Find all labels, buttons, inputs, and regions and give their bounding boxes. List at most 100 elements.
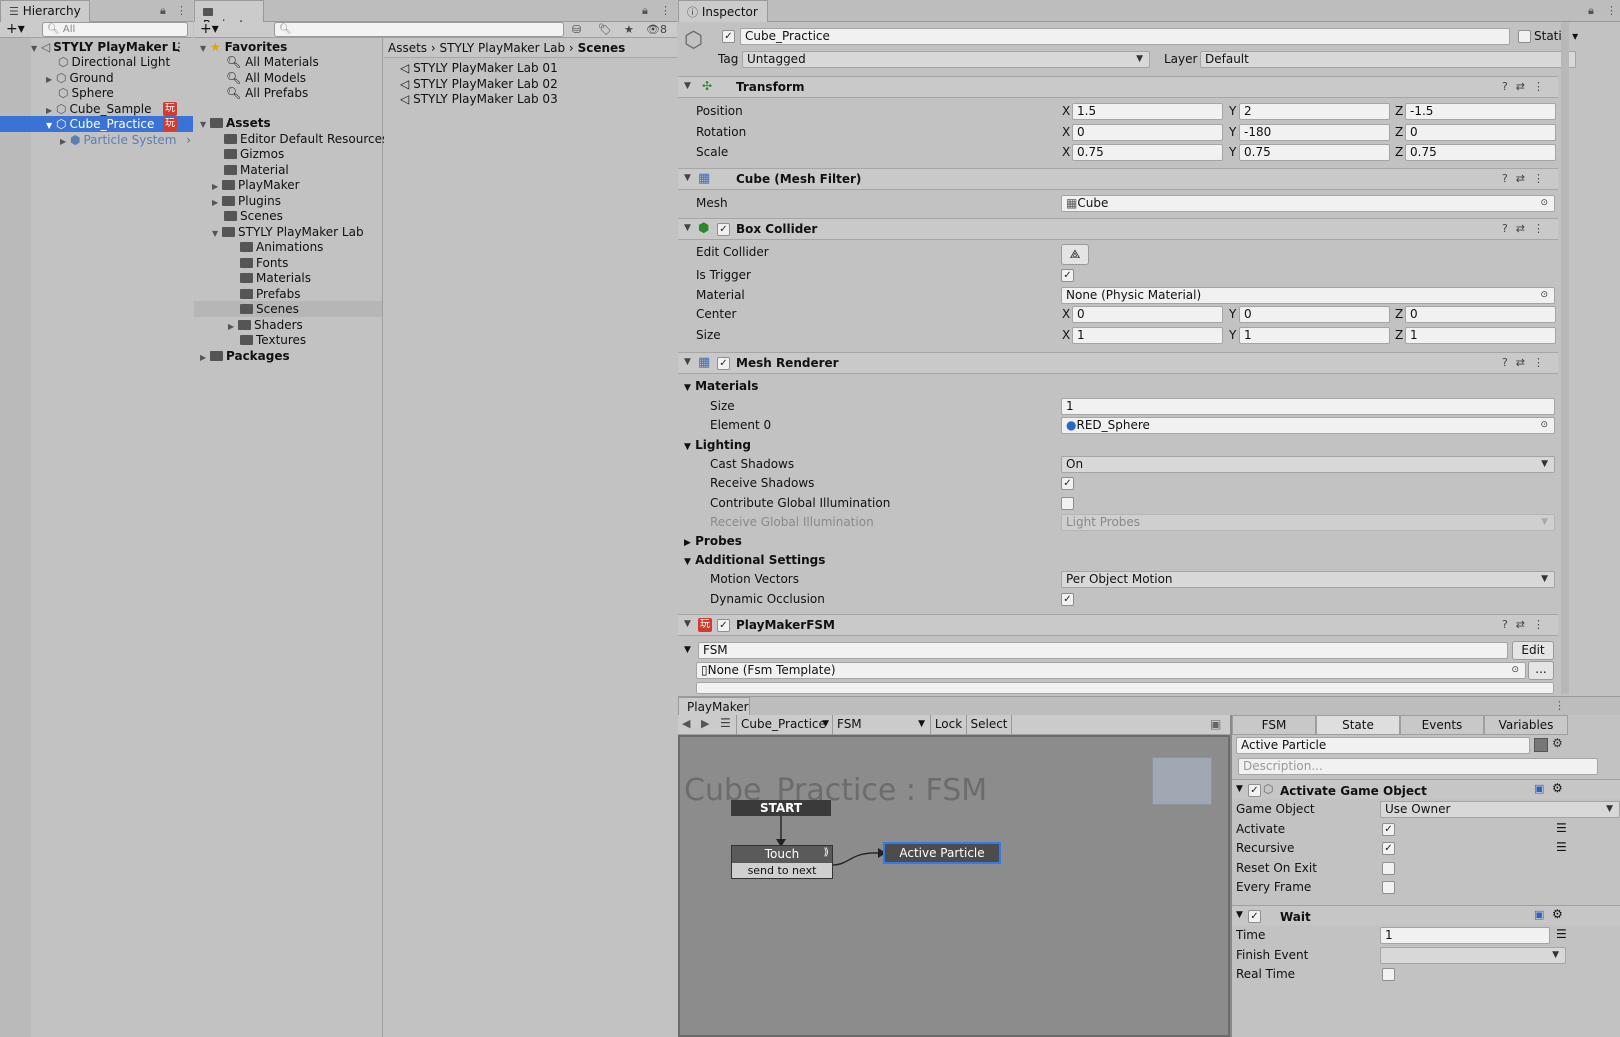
object-picker-icon[interactable]: ⊙	[1540, 418, 1548, 433]
more-menu-icon[interactable]: ⋮	[660, 4, 671, 17]
mesh-renderer-enabled-checkbox[interactable]: ✓	[717, 357, 730, 370]
breadcrumb-lab[interactable]: STYLY PlayMaker Lab	[440, 41, 566, 55]
playmaker-fsm-header[interactable]: ▼ 玩 ✓ PlayMakerFSM ?⇄⋮	[678, 614, 1558, 636]
collapse-icon[interactable]: ▼	[1236, 910, 1243, 920]
dynamic-occlusion-checkbox[interactable]: ✓	[1061, 593, 1074, 606]
touch-event[interactable]: send to next	[732, 863, 832, 878]
more-menu-icon[interactable]: ⋮	[173, 39, 185, 55]
object-picker-icon[interactable]: ⊙	[1511, 663, 1519, 678]
hierarchy-item-cube-sample[interactable]: ▶ ⬡ Cube_Sample 玩	[46, 101, 193, 117]
center-z-input[interactable]: 0	[1405, 306, 1556, 323]
tree-fonts[interactable]: Fonts	[240, 255, 288, 271]
state-name-input[interactable]: Active Particle	[1236, 737, 1530, 754]
component-tools-icon[interactable]: ?⇄⋮	[1502, 80, 1552, 93]
tab-fsm[interactable]: FSM	[1232, 715, 1316, 735]
hidden-packages-icon[interactable]: 👁︎8	[646, 23, 667, 36]
expand-icon[interactable]: ▶	[200, 350, 210, 366]
tree-prefabs[interactable]: Prefabs	[240, 286, 301, 302]
materials-size-input[interactable]: 1	[1061, 398, 1555, 415]
component-tools-icon[interactable]: ?⇄⋮	[1502, 618, 1552, 631]
collapse-icon[interactable]: ▼	[684, 645, 691, 655]
collapse-icon[interactable]: ▼	[684, 357, 691, 367]
game-object-dropdown[interactable]: Use Owner ▼	[1380, 801, 1620, 818]
collapse-icon[interactable]: ▼	[684, 619, 691, 629]
tree-lab-scenes[interactable]: Scenes	[194, 301, 382, 317]
expand-icon[interactable]: ▶	[212, 195, 222, 211]
hierarchy-item-directional-light[interactable]: ⬡ Directional Light	[58, 54, 170, 70]
rotation-z-input[interactable]: 0	[1405, 124, 1556, 141]
scale-y-input[interactable]: 0.75	[1239, 144, 1390, 161]
object-picker-icon[interactable]: ⊙	[1540, 288, 1548, 303]
time-input[interactable]: 1	[1380, 927, 1550, 944]
menu-icon[interactable]: ☰	[720, 716, 731, 730]
mesh-field[interactable]: ▦Cube ⊙	[1061, 195, 1555, 212]
transform-header[interactable]: ▼ ✣ Transform ?⇄⋮	[678, 76, 1558, 98]
active-particle-state-node[interactable]: Active Particle	[883, 842, 1001, 864]
collapse-icon[interactable]: ▼	[46, 118, 56, 134]
inspector-scrollbar[interactable]	[1561, 22, 1569, 694]
expand-icon[interactable]: ▼	[31, 41, 41, 57]
object-select-dropdown[interactable]: Cube_Practice ▼	[736, 715, 832, 735]
start-node[interactable]: START	[731, 800, 831, 816]
tree-materials[interactable]: Materials	[240, 270, 311, 286]
tree-assets[interactable]: ▼ Assets	[200, 115, 271, 131]
fsm-template-field[interactable]: ▯None (Fsm Template) ⊙	[696, 662, 1526, 679]
fsm-graph-canvas[interactable]: Cube_Practice : FSM START Touch send to …	[678, 735, 1230, 1037]
action-activate-header[interactable]: ▼ ✓ ⬡ Activate Game Object ▣ ⚙	[1232, 779, 1620, 799]
collider-material-field[interactable]: None (Physic Material) ⊙	[1061, 287, 1555, 304]
tree-editor-default-resources[interactable]: Editor Default Resources	[224, 131, 388, 147]
lock-icon[interactable]: 🔒︎	[160, 4, 166, 18]
component-tools-icon[interactable]: ?⇄⋮	[1502, 356, 1552, 369]
rotation-y-input[interactable]: -180	[1239, 124, 1390, 141]
hierarchy-item-sphere[interactable]: ⬡ Sphere	[58, 85, 114, 101]
collapse-icon[interactable]: ▼	[1236, 784, 1243, 794]
breadcrumb-scenes[interactable]: Scenes	[578, 41, 626, 55]
tree-scenes[interactable]: Scenes	[224, 208, 283, 224]
active-checkbox[interactable]: ✓	[722, 30, 735, 43]
is-trigger-checkbox[interactable]: ✓	[1061, 269, 1074, 282]
breadcrumb-assets[interactable]: Assets	[388, 41, 427, 55]
label-icon[interactable]: 🏷︎	[598, 23, 612, 36]
more-menu-icon[interactable]: ⋮	[1606, 4, 1617, 17]
hierarchy-search-input[interactable]: 🔍︎ All	[42, 22, 188, 37]
tree-textures[interactable]: Textures	[240, 332, 306, 348]
file-scene-02[interactable]: ◁ STYLY PlayMaker Lab 02	[400, 76, 558, 92]
size-z-input[interactable]: 1	[1405, 327, 1556, 344]
tab-project[interactable]: Project	[194, 0, 264, 32]
lock-icon[interactable]: 🔒︎	[642, 4, 648, 18]
lock-icon[interactable]: 🔒︎	[1588, 4, 1594, 18]
tab-events[interactable]: Events	[1400, 715, 1484, 735]
lighting-foldout[interactable]: ▼ Lighting	[684, 437, 751, 454]
gear-icon[interactable]: ⚙	[1552, 907, 1563, 921]
action-wait-header[interactable]: ▼ ✓ Wait ▣ ⚙	[1232, 905, 1620, 925]
fsm-description-field[interactable]	[696, 682, 1554, 694]
fsm-edit-button[interactable]: Edit	[1512, 641, 1554, 660]
tab-variables[interactable]: Variables	[1484, 715, 1568, 735]
size-x-input[interactable]: 1	[1072, 327, 1223, 344]
position-y-input[interactable]: 2	[1239, 103, 1390, 120]
position-z-input[interactable]: -1.5	[1405, 103, 1556, 120]
tree-material[interactable]: Material	[224, 162, 289, 178]
receive-shadows-checkbox[interactable]: ✓	[1061, 477, 1074, 490]
layer-dropdown[interactable]: Default▼	[1200, 51, 1576, 68]
center-x-input[interactable]: 0	[1072, 306, 1223, 323]
help-icon[interactable]: ▣	[1534, 908, 1544, 921]
recursive-checkbox[interactable]: ✓	[1382, 842, 1395, 855]
fsm-template-more-button[interactable]: ...	[1528, 661, 1554, 680]
static-label[interactable]: Static ▾	[1534, 28, 1578, 45]
tree-all-prefabs[interactable]: 🔍︎ All Prefabs	[226, 85, 308, 101]
state-color-swatch[interactable]	[1534, 738, 1548, 752]
motion-vectors-dropdown[interactable]: Per Object Motion ▼	[1061, 571, 1555, 588]
collapse-icon[interactable]: ▼	[684, 223, 691, 233]
minimap-toggle-icon[interactable]: ▣	[1210, 717, 1221, 731]
component-tools-icon[interactable]: ?⇄⋮	[1502, 222, 1552, 235]
collapse-icon[interactable]: ▼	[200, 41, 210, 57]
playmaker-fsm-enabled-checkbox[interactable]: ✓	[717, 619, 730, 632]
mesh-renderer-header[interactable]: ▼ ▦ ✓ Mesh Renderer ?⇄⋮	[678, 352, 1558, 374]
scale-x-input[interactable]: 0.75	[1072, 144, 1223, 161]
tree-packages[interactable]: ▶ Packages	[200, 348, 290, 364]
add-icon[interactable]: +▾	[6, 21, 25, 37]
fsm-select-dropdown[interactable]: FSM ▼	[832, 715, 928, 735]
search-by-type-icon[interactable]: ⛁	[572, 23, 581, 36]
select-button[interactable]: Select	[966, 715, 1012, 735]
